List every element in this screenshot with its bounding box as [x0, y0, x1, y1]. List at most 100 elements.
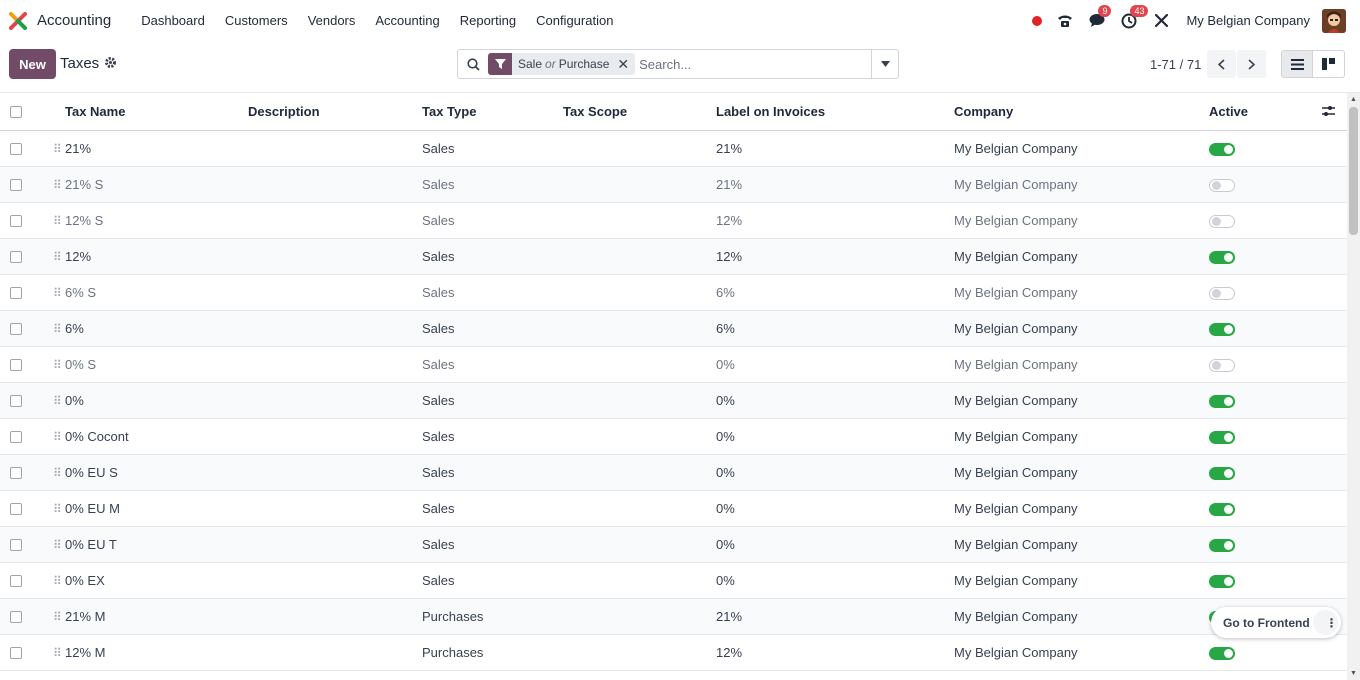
row-checkbox[interactable]	[10, 287, 22, 300]
company-switcher[interactable]: My Belgian Company	[1186, 13, 1310, 28]
search-options-toggle[interactable]	[871, 50, 898, 78]
menu-dashboard[interactable]: Dashboard	[131, 13, 215, 28]
cell-tax-name[interactable]: 0% EU M	[65, 490, 248, 527]
cell-tax-type[interactable]: Sales	[422, 526, 563, 563]
cell-tax-type[interactable]: Sales	[422, 382, 563, 419]
cell-company[interactable]: My Belgian Company	[954, 598, 1209, 635]
cell-description[interactable]	[248, 310, 422, 347]
cell-company[interactable]: My Belgian Company	[954, 238, 1209, 275]
row-checkbox[interactable]	[10, 323, 22, 336]
cell-description[interactable]	[248, 526, 422, 563]
row-checkbox[interactable]	[10, 251, 22, 264]
cell-tax-scope[interactable]	[563, 310, 716, 347]
cell-label-on-invoices[interactable]: 0%	[716, 346, 954, 383]
row-checkbox[interactable]	[10, 647, 22, 660]
cell-tax-scope[interactable]	[563, 454, 716, 491]
facet-remove-icon[interactable]: ✕	[615, 56, 635, 73]
drag-handle-icon[interactable]: ⠿	[53, 538, 62, 552]
row-checkbox[interactable]	[10, 467, 22, 480]
cell-tax-scope[interactable]	[563, 418, 716, 455]
drag-handle-icon[interactable]: ⠿	[53, 430, 62, 444]
table-row[interactable]: ⠿ 0% Cocont Sales 0% My Belgian Company	[0, 418, 1347, 455]
cell-tax-scope[interactable]	[563, 634, 716, 671]
cell-label-on-invoices[interactable]: 0%	[716, 382, 954, 419]
row-checkbox[interactable]	[10, 431, 22, 444]
col-label-on-invoices[interactable]: Label on Invoices	[716, 93, 954, 131]
select-all-checkbox[interactable]	[10, 106, 22, 119]
table-row[interactable]: ⠿ 12% Sales 12% My Belgian Company	[0, 238, 1347, 275]
cell-tax-scope[interactable]	[563, 130, 716, 167]
kebab-menu-icon[interactable]: ⋮	[1313, 610, 1338, 635]
cell-tax-type[interactable]: Sales	[422, 418, 563, 455]
table-row[interactable]: ⠿ 0% EX Sales 0% My Belgian Company	[0, 562, 1347, 599]
menu-reporting[interactable]: Reporting	[450, 13, 526, 28]
accounting-app-icon[interactable]	[9, 11, 27, 30]
cell-description[interactable]	[248, 238, 422, 275]
menu-vendors[interactable]: Vendors	[298, 13, 366, 28]
pager-next-button[interactable]	[1237, 50, 1266, 78]
table-row[interactable]: ⠿ 6% S Sales 6% My Belgian Company	[0, 274, 1347, 311]
menu-customers[interactable]: Customers	[215, 13, 298, 28]
row-checkbox[interactable]	[10, 143, 22, 156]
cell-description[interactable]	[248, 346, 422, 383]
active-toggle[interactable]	[1209, 358, 1235, 372]
cell-label-on-invoices[interactable]: 21%	[716, 130, 954, 167]
user-avatar[interactable]	[1322, 8, 1346, 33]
cell-description[interactable]	[248, 562, 422, 599]
cell-tax-name[interactable]: 12%	[65, 238, 248, 275]
cell-company[interactable]: My Belgian Company	[954, 274, 1209, 311]
scroll-down-icon[interactable]: ▼	[1350, 670, 1357, 677]
cell-label-on-invoices[interactable]: 0%	[716, 418, 954, 455]
cell-description[interactable]	[248, 202, 422, 239]
cell-tax-name[interactable]: 21%	[65, 130, 248, 167]
drag-handle-icon[interactable]: ⠿	[53, 646, 62, 660]
drag-handle-icon[interactable]: ⠿	[53, 178, 62, 192]
go-to-frontend-button[interactable]: Go to Frontend	[1211, 616, 1310, 630]
active-toggle[interactable]	[1209, 142, 1235, 156]
cell-tax-name[interactable]: 12% M	[65, 634, 248, 671]
search-input[interactable]	[639, 51, 871, 77]
table-row[interactable]: ⠿ 0% EU S Sales 0% My Belgian Company	[0, 454, 1347, 491]
cell-company[interactable]: My Belgian Company	[954, 310, 1209, 347]
menu-accounting[interactable]: Accounting	[365, 13, 449, 28]
cell-tax-name[interactable]: 0% Cocont	[65, 418, 248, 455]
pager-previous-button[interactable]	[1207, 50, 1236, 78]
cell-tax-name[interactable]: 6%	[65, 310, 248, 347]
col-active[interactable]: Active	[1209, 104, 1248, 119]
cell-tax-scope[interactable]	[563, 346, 716, 383]
cell-description[interactable]	[248, 130, 422, 167]
drag-handle-icon[interactable]: ⠿	[53, 574, 62, 588]
cell-description[interactable]	[248, 418, 422, 455]
cell-label-on-invoices[interactable]: 0%	[716, 526, 954, 563]
cell-tax-name[interactable]: 21% S	[65, 166, 248, 203]
table-row[interactable]: ⠿ 21% M Purchases 21% My Belgian Company	[0, 598, 1347, 635]
cell-company[interactable]: My Belgian Company	[954, 346, 1209, 383]
active-toggle[interactable]	[1209, 466, 1235, 480]
table-row[interactable]: ⠿ 21% S Sales 21% My Belgian Company	[0, 166, 1347, 203]
cell-label-on-invoices[interactable]: 21%	[716, 166, 954, 203]
table-row[interactable]: ⠿ 12% M Purchases 12% My Belgian Company	[0, 634, 1347, 671]
menu-configuration[interactable]: Configuration	[526, 13, 623, 28]
active-toggle[interactable]	[1209, 178, 1235, 192]
cell-company[interactable]: My Belgian Company	[954, 202, 1209, 239]
cell-description[interactable]	[248, 382, 422, 419]
cell-tax-type[interactable]: Purchases	[422, 598, 563, 635]
messages-icon[interactable]: 9	[1088, 4, 1112, 30]
active-toggle[interactable]	[1209, 394, 1235, 408]
active-toggle[interactable]	[1209, 250, 1235, 264]
activities-icon[interactable]: 43	[1120, 4, 1149, 30]
active-toggle[interactable]	[1209, 502, 1235, 516]
cell-label-on-invoices[interactable]: 12%	[716, 634, 954, 671]
cell-company[interactable]: My Belgian Company	[954, 562, 1209, 599]
drag-handle-icon[interactable]: ⠿	[53, 466, 62, 480]
gear-icon[interactable]	[104, 56, 117, 72]
cell-tax-type[interactable]: Sales	[422, 238, 563, 275]
active-toggle[interactable]	[1209, 322, 1235, 336]
cell-company[interactable]: My Belgian Company	[954, 526, 1209, 563]
cell-tax-scope[interactable]	[563, 490, 716, 527]
pager-value[interactable]: 1-71 / 71	[1150, 57, 1201, 72]
cell-company[interactable]: My Belgian Company	[954, 130, 1209, 167]
active-toggle[interactable]	[1209, 214, 1235, 228]
col-description[interactable]: Description	[248, 93, 422, 131]
cell-description[interactable]	[248, 166, 422, 203]
